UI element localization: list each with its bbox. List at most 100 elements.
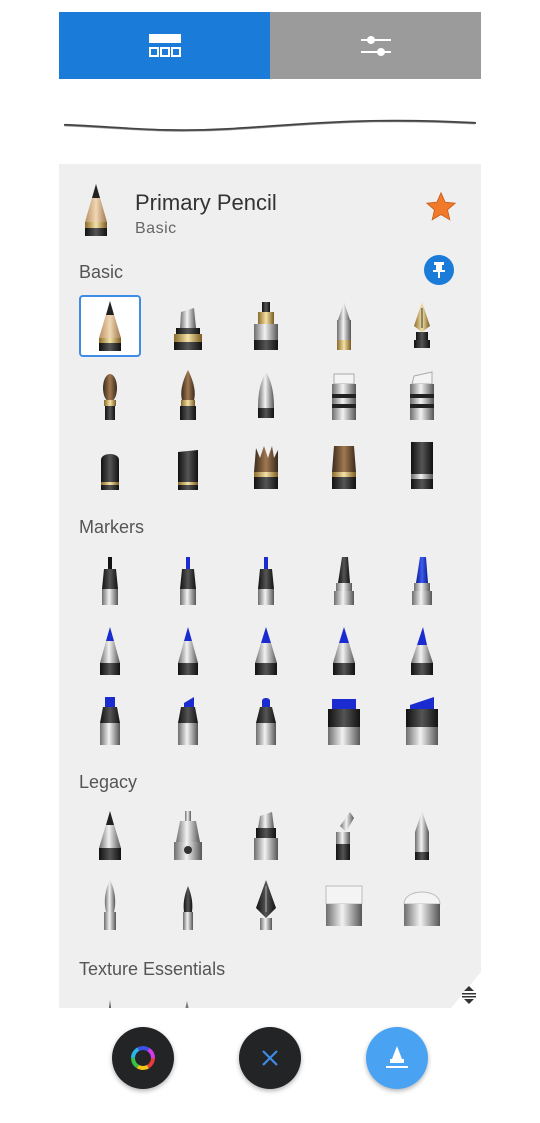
stroke-preview — [63, 119, 477, 132]
marker-chisel-blue-1[interactable] — [79, 690, 141, 752]
brush-eraser-hard[interactable] — [313, 365, 375, 427]
legacy-pencil-icon — [99, 811, 121, 860]
textured-block-icon — [178, 450, 198, 490]
section-title-texture: Texture Essentials — [79, 959, 226, 979]
marker-nib-dark[interactable] — [313, 550, 375, 612]
legacy-ballpoint[interactable] — [391, 805, 453, 867]
marker-fine-black[interactable] — [79, 550, 141, 612]
marker-chisel-blue-2[interactable] — [157, 690, 219, 752]
fountain-pen-icon — [414, 302, 430, 348]
bullet-marker-icon — [178, 627, 198, 675]
brush-technical-pen[interactable] — [235, 295, 297, 357]
legacy-round-brush[interactable] — [79, 875, 141, 937]
brush-soft-airbrush[interactable] — [235, 365, 297, 427]
bullet-marker-icon — [411, 627, 433, 675]
marker-chisel-blue-3[interactable] — [235, 690, 297, 752]
legacy-tech-pen-icon — [174, 811, 202, 860]
legacy-eraser-round-icon — [403, 891, 441, 926]
pointed-brush-icon — [180, 370, 196, 420]
legacy-wedge-marker[interactable] — [313, 805, 375, 867]
resize-handle-icon[interactable] — [460, 985, 478, 1005]
brush-pointed-brush[interactable] — [157, 365, 219, 427]
brush-flat-bristle[interactable] — [313, 435, 375, 497]
eraser-soft-icon — [410, 371, 434, 420]
block-brush-icon — [101, 454, 119, 490]
chisel-marker-icon — [174, 308, 202, 350]
brush-panel: Primary Pencil Basic Basic Markers Legac… — [59, 164, 481, 1008]
fine-marker-blue-icon — [180, 557, 196, 605]
legacy-wedge-icon — [336, 812, 354, 860]
pencil-icon — [85, 184, 107, 236]
legacy-eraser-icon — [325, 885, 363, 926]
section-title-markers: Markers — [79, 517, 145, 537]
brush-button[interactable] — [366, 1027, 428, 1089]
marker-fine-blue[interactable] — [157, 550, 219, 612]
marker-bullet-blue-3[interactable] — [235, 620, 297, 682]
close-button[interactable] — [239, 1027, 301, 1089]
brush-properties-tab[interactable] — [270, 12, 481, 79]
brush-icon — [386, 1046, 408, 1068]
legacy-chisel-icon — [254, 812, 278, 860]
chisel-marker-icon — [100, 697, 120, 745]
legacy-pencil[interactable] — [79, 805, 141, 867]
legacy-eraser-block[interactable] — [313, 875, 375, 937]
top-tabs — [59, 12, 481, 79]
section-title-basic: Basic — [79, 262, 124, 282]
favorite-star-icon[interactable] — [423, 190, 459, 224]
round-brush-icon — [103, 374, 117, 420]
brush-textured-block[interactable] — [157, 435, 219, 497]
flat-bristle-icon — [332, 446, 356, 489]
brush-wide-bristle[interactable] — [391, 435, 453, 497]
sliders-icon — [360, 35, 391, 56]
current-brush-header: Primary Pencil Basic — [59, 164, 481, 244]
technical-pen-icon — [254, 302, 278, 350]
marker-wide-blue-2[interactable] — [391, 690, 453, 752]
legacy-brush-grid — [79, 805, 469, 937]
wide-marker-icon — [328, 699, 360, 745]
bullet-marker-icon — [333, 627, 355, 675]
basic-brush-grid — [79, 295, 469, 497]
brush-ballpoint[interactable] — [313, 295, 375, 357]
brush-eraser-soft[interactable] — [391, 365, 453, 427]
brush-round-brush[interactable] — [79, 365, 141, 427]
section-title-legacy: Legacy — [79, 772, 138, 792]
markers-brush-grid — [79, 550, 469, 752]
airbrush-icon — [258, 372, 274, 418]
brush-pencil[interactable] — [79, 295, 141, 357]
marker-bullet-blue-5[interactable] — [391, 620, 453, 682]
marker-bullet-blue-2[interactable] — [157, 620, 219, 682]
color-picker-button[interactable] — [112, 1027, 174, 1089]
wide-bristle-icon — [411, 442, 433, 489]
legacy-pointed-brush[interactable] — [157, 875, 219, 937]
brush-name: Primary Pencil — [135, 190, 277, 215]
texture-brush-peek — [109, 1000, 189, 1008]
legacy-chisel-marker[interactable] — [235, 805, 297, 867]
legacy-round-brush-icon — [104, 880, 116, 930]
eraser-icon — [332, 373, 356, 420]
legacy-eraser-round[interactable] — [391, 875, 453, 937]
fine-marker-icon — [102, 557, 118, 605]
medium-marker-icon — [258, 557, 274, 605]
marker-bullet-blue-4[interactable] — [313, 620, 375, 682]
close-icon — [262, 1050, 278, 1066]
fan-brush-icon — [254, 446, 278, 489]
brush-fountain-pen[interactable] — [391, 295, 453, 357]
legacy-technical-pen[interactable] — [157, 805, 219, 867]
brush-fan-bristle[interactable] — [235, 435, 297, 497]
legacy-ballpoint-icon — [415, 811, 429, 860]
nib-marker-icon — [334, 557, 354, 605]
chisel-marker-icon — [256, 698, 276, 745]
marker-medium-blue[interactable] — [235, 550, 297, 612]
bullet-marker-icon — [255, 627, 277, 675]
marker-bullet-blue-1[interactable] — [79, 620, 141, 682]
marker-wide-blue-1[interactable] — [313, 690, 375, 752]
brush-library-tab[interactable] — [59, 12, 270, 79]
brush-flat-block[interactable] — [79, 435, 141, 497]
brush-chisel-marker[interactable] — [157, 295, 219, 357]
marker-nib-blue[interactable] — [391, 550, 453, 612]
pushpin-icon — [433, 262, 445, 278]
grid-icon — [148, 33, 181, 57]
chisel-marker-icon — [178, 697, 198, 745]
legacy-calligraphy-nib[interactable] — [235, 875, 297, 937]
pin-icon[interactable] — [424, 255, 454, 285]
